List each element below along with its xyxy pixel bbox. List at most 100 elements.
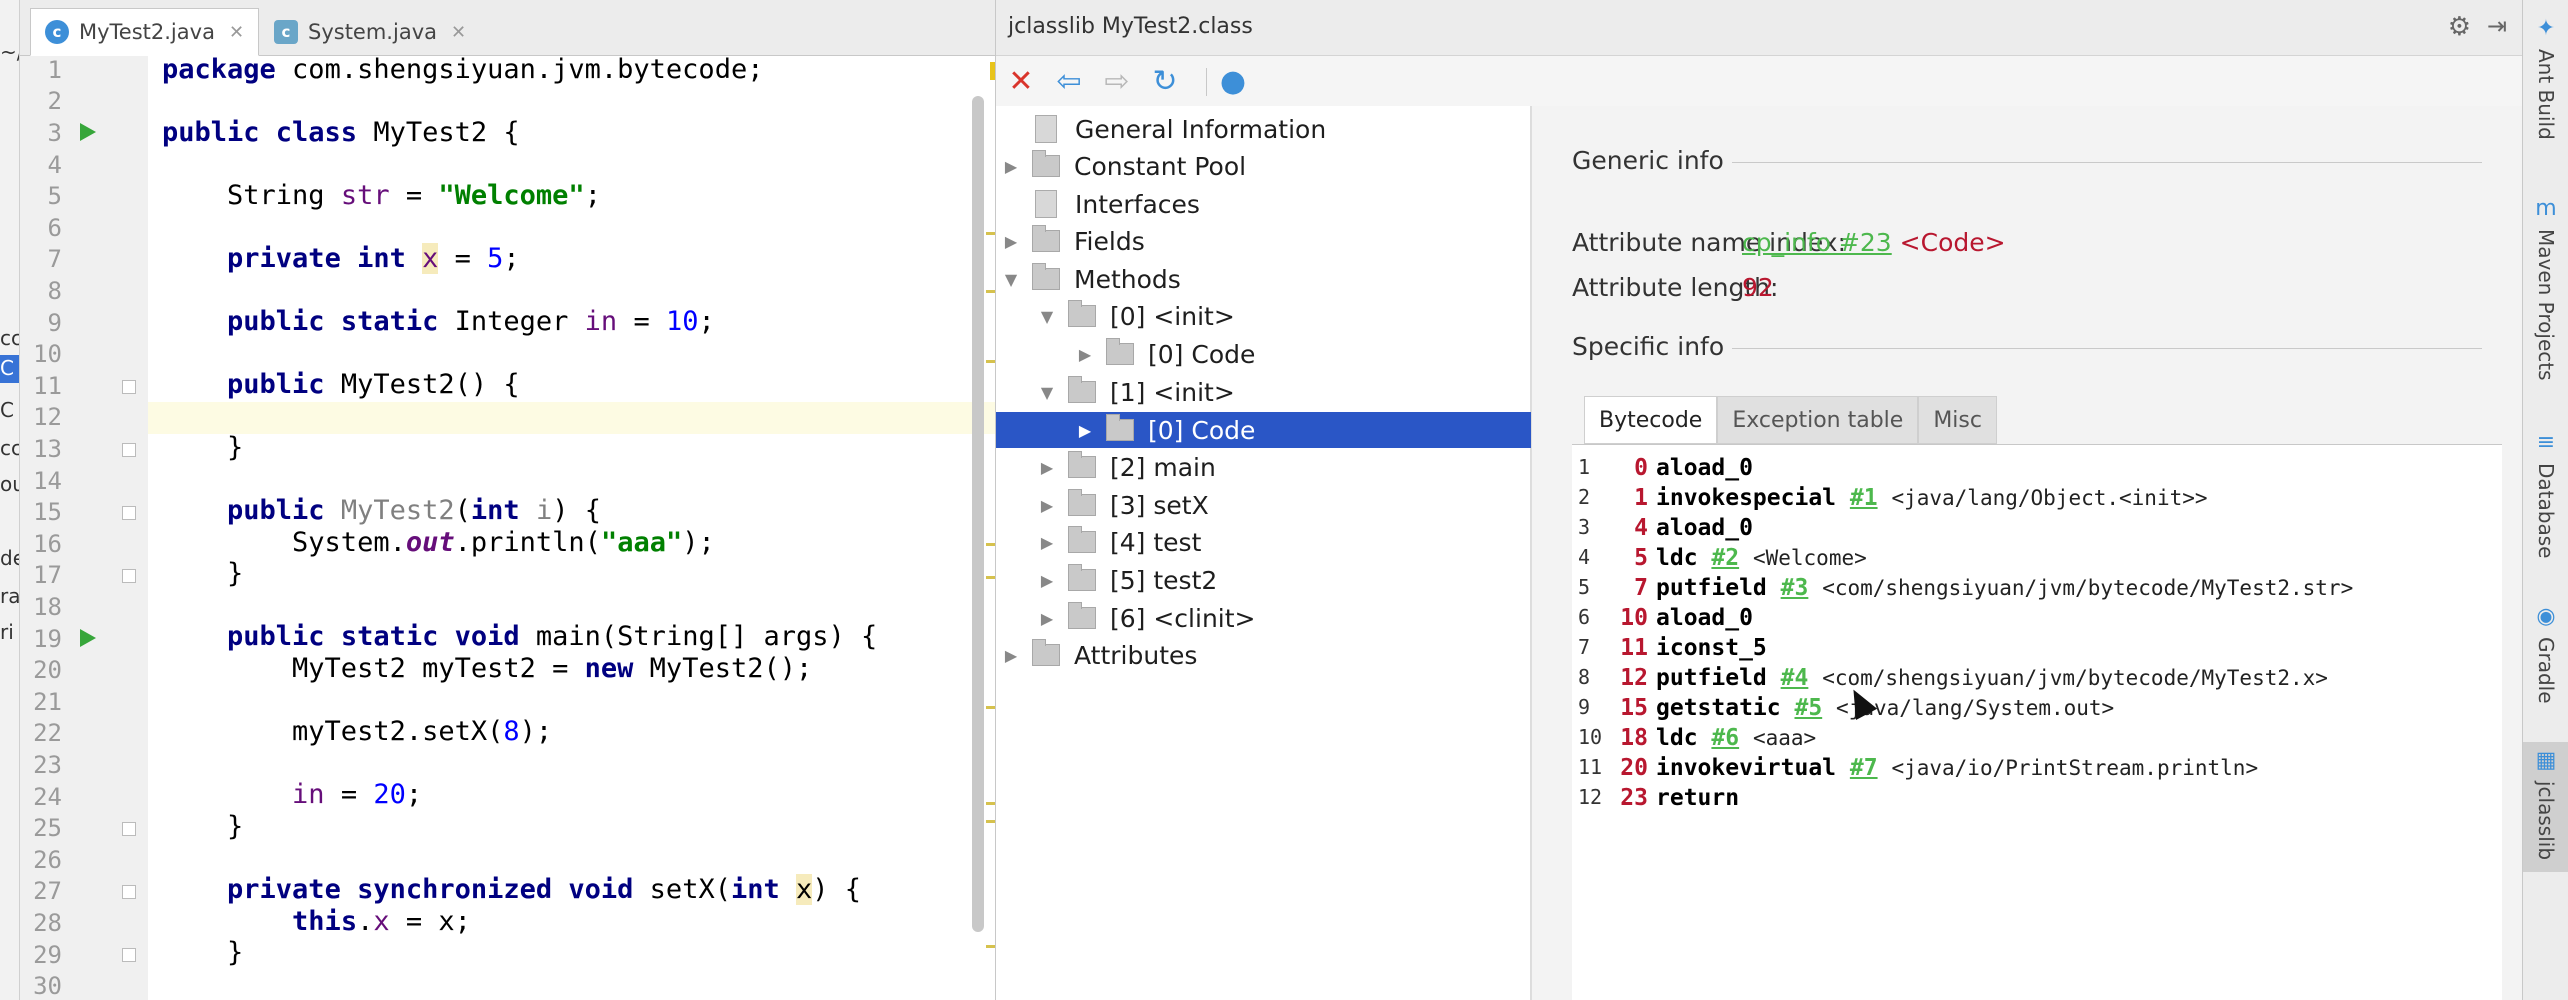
- tab-bytecode[interactable]: Bytecode: [1584, 396, 1718, 444]
- refresh-icon[interactable]: ↻: [1148, 64, 1182, 99]
- code-line[interactable]: public static Integer in = 10;: [162, 306, 715, 337]
- cp-info-link[interactable]: cp_info #23: [1742, 228, 1892, 257]
- code-editor[interactable]: c MyTest2.java ✕ c System.java ✕ 1 2 3 4…: [20, 0, 1010, 1000]
- line-number: 27: [33, 877, 62, 905]
- gear-icon[interactable]: ⚙: [2448, 12, 2471, 42]
- close-icon[interactable]: ✕: [1004, 64, 1038, 99]
- tree-node-method-test2[interactable]: ▶ [5] test2: [996, 562, 1531, 598]
- document-icon: [1035, 190, 1057, 218]
- code-line[interactable]: myTest2.setX(8);: [162, 716, 552, 747]
- expand-arrow-icon[interactable]: ▶: [1000, 232, 1022, 251]
- folder-icon: [1068, 451, 1096, 478]
- expand-arrow-icon[interactable]: ▶: [1036, 609, 1058, 628]
- tool-maven-projects[interactable]: m Maven Projects: [2523, 196, 2568, 381]
- folder-icon: [1068, 526, 1096, 553]
- code-line[interactable]: in = 20;: [162, 779, 422, 810]
- hide-panel-icon[interactable]: ⇥: [2487, 12, 2507, 40]
- project-tree-fragment: cc: [0, 326, 20, 350]
- constant-pool-link[interactable]: #7: [1850, 755, 1878, 781]
- tree-node-method-init-1[interactable]: ▼ [1] <init>: [996, 374, 1531, 410]
- expand-arrow-icon[interactable]: ▼: [1036, 383, 1058, 402]
- expand-arrow-icon[interactable]: ▶: [1074, 345, 1096, 364]
- tree-node-method-main[interactable]: ▶ [2] main: [996, 449, 1531, 485]
- code-line[interactable]: package com.shengsiyuan.jvm.bytecode;: [162, 54, 763, 85]
- run-main-icon[interactable]: [80, 629, 96, 647]
- tab-misc[interactable]: Misc: [1918, 396, 1997, 444]
- code-line[interactable]: }: [162, 558, 243, 589]
- right-tool-window-bar: ✦ Ant Build m Maven Projects ≡ Database …: [2522, 0, 2568, 1000]
- constant-pool-link[interactable]: #1: [1850, 485, 1878, 511]
- tree-node-fields[interactable]: ▶ Fields: [996, 223, 1531, 259]
- close-tab-icon[interactable]: ✕: [229, 22, 244, 43]
- class-structure-tree[interactable]: General Information ▶ Constant Pool Inter…: [996, 106, 1531, 1000]
- fold-icon[interactable]: [122, 443, 136, 457]
- expand-arrow-icon[interactable]: ▶: [1036, 571, 1058, 590]
- constant-pool-link[interactable]: #4: [1781, 665, 1809, 691]
- fold-icon[interactable]: [122, 380, 136, 394]
- tree-node-method-init-0[interactable]: ▼ [0] <init>: [996, 298, 1531, 334]
- tree-node-general-information[interactable]: General Information: [996, 111, 1531, 147]
- tool-database[interactable]: ≡ Database: [2523, 430, 2568, 558]
- tool-gradle[interactable]: ◉ Gradle: [2523, 604, 2568, 704]
- code-line[interactable]: public MyTest2(int i) {: [162, 495, 601, 526]
- tree-node-method-test[interactable]: ▶ [4] test: [996, 524, 1531, 560]
- expand-arrow-icon[interactable]: ▶: [1036, 458, 1058, 477]
- tree-node-code[interactable]: ▶ [0] Code: [996, 336, 1531, 372]
- folder-icon: [1032, 225, 1060, 252]
- database-icon: ≡: [2536, 430, 2556, 455]
- expand-arrow-icon[interactable]: ▼: [1036, 307, 1058, 326]
- code-line[interactable]: }: [162, 432, 243, 463]
- tab-mytest2-java[interactable]: c MyTest2.java ✕: [30, 8, 260, 56]
- code-line[interactable]: }: [162, 937, 243, 968]
- expand-arrow-icon[interactable]: ▶: [1074, 421, 1096, 440]
- code-line[interactable]: public MyTest2() {: [162, 369, 520, 400]
- tree-node-method-setx[interactable]: ▶ [3] setX: [996, 487, 1531, 523]
- class-file-icon: c: [274, 20, 298, 44]
- expand-arrow-icon[interactable]: ▶: [1000, 157, 1022, 176]
- fold-icon[interactable]: [122, 822, 136, 836]
- code-line[interactable]: private synchronized void setX(int x) {: [162, 874, 861, 905]
- line-number: 19: [33, 625, 62, 653]
- expand-arrow-icon[interactable]: ▼: [1000, 270, 1022, 289]
- code-line[interactable]: private int x = 5;: [162, 243, 520, 274]
- detail-pane: Generic info Attribute name index: cp_in…: [1532, 106, 2523, 1000]
- constant-pool-link[interactable]: #6: [1711, 725, 1739, 751]
- folder-icon: [1032, 263, 1060, 290]
- fold-icon[interactable]: [122, 948, 136, 962]
- web-icon[interactable]: ●: [1216, 64, 1250, 99]
- forward-icon[interactable]: ⇨: [1100, 64, 1134, 99]
- tree-node-method-clinit[interactable]: ▶ [6] <clinit>: [996, 600, 1531, 636]
- tree-node-attributes[interactable]: ▶ Attributes: [996, 637, 1531, 673]
- back-icon[interactable]: ⇦: [1052, 64, 1086, 99]
- code-line[interactable]: public class MyTest2 {: [162, 117, 520, 148]
- tree-node-methods[interactable]: ▼ Methods: [996, 261, 1531, 297]
- code-line[interactable]: String str = "Welcome";: [162, 180, 601, 211]
- editor-scrollbar[interactable]: [972, 96, 984, 932]
- line-number: 22: [33, 719, 62, 747]
- fold-icon[interactable]: [122, 506, 136, 520]
- tool-ant-build[interactable]: ✦ Ant Build: [2523, 16, 2568, 140]
- fold-icon[interactable]: [122, 885, 136, 899]
- constant-pool-link[interactable]: #5: [1794, 695, 1822, 721]
- constant-pool-link[interactable]: #2: [1711, 545, 1739, 571]
- tree-node-interfaces[interactable]: Interfaces: [996, 186, 1531, 222]
- code-line[interactable]: System.out.println("aaa");: [162, 527, 715, 558]
- code-line[interactable]: MyTest2 myTest2 = new MyTest2();: [162, 653, 812, 684]
- tab-exception-table[interactable]: Exception table: [1717, 396, 1919, 444]
- tool-jclasslib[interactable]: ▦ jclasslib: [2523, 742, 2568, 873]
- constant-pool-link[interactable]: #3: [1781, 575, 1809, 601]
- close-tab-icon[interactable]: ✕: [451, 22, 466, 43]
- run-class-icon[interactable]: [80, 123, 96, 141]
- tree-node-constant-pool[interactable]: ▶ Constant Pool: [996, 148, 1531, 184]
- expand-arrow-icon[interactable]: ▶: [1036, 533, 1058, 552]
- tree-node-code-selected[interactable]: ▶ [0] Code: [996, 412, 1531, 448]
- line-number: 26: [33, 846, 62, 874]
- expand-arrow-icon[interactable]: ▶: [1036, 496, 1058, 515]
- code-line[interactable]: public static void main(String[] args) {: [162, 621, 877, 652]
- bytecode-listing[interactable]: 1 0 aload_0 2 1 invokespecial #1 <java/lang/…: [1572, 444, 2502, 1000]
- code-line[interactable]: this.x = x;: [162, 906, 471, 937]
- tab-system-java[interactable]: c System.java ✕: [260, 8, 480, 56]
- code-line[interactable]: }: [162, 811, 243, 842]
- expand-arrow-icon[interactable]: ▶: [1000, 646, 1022, 665]
- fold-icon[interactable]: [122, 569, 136, 583]
